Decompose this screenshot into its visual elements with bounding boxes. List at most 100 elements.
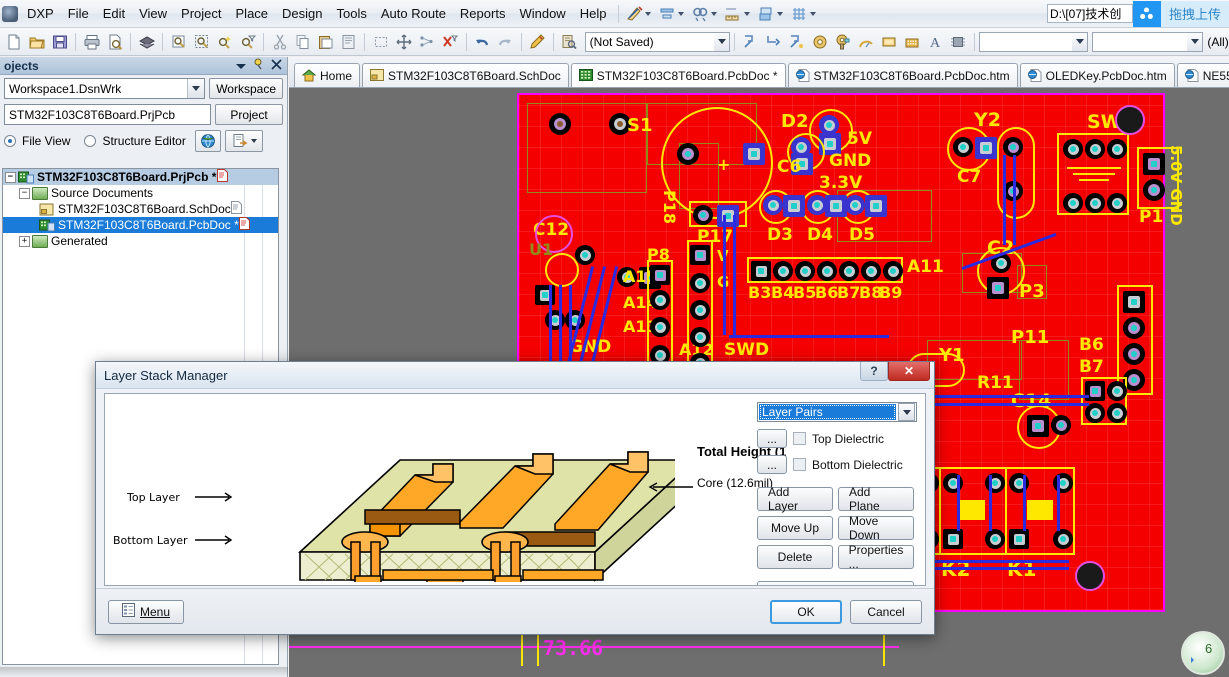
print-icon[interactable]: [81, 31, 102, 53]
pcb-pad[interactable]: [795, 261, 815, 281]
pcb-pad[interactable]: [773, 261, 793, 281]
save-icon[interactable]: [49, 31, 70, 53]
pcb-pad[interactable]: [1085, 193, 1105, 213]
measure-icon[interactable]: [724, 5, 742, 23]
pcb-pad[interactable]: [1123, 343, 1145, 365]
pcb-pad[interactable]: [549, 113, 571, 135]
add-plane-button[interactable]: Add Plane: [838, 485, 914, 513]
close-icon[interactable]: [271, 58, 282, 73]
delete-button[interactable]: Delete: [757, 545, 833, 569]
place-fill-icon[interactable]: [879, 31, 900, 53]
place-line-icon[interactable]: [763, 31, 784, 53]
tree-item-project[interactable]: − STM32F103C8T6Board.PrjPcb *: [3, 169, 278, 185]
pcb-pad[interactable]: [535, 285, 555, 305]
file-view-label[interactable]: File View: [22, 134, 70, 148]
pcb-pad[interactable]: [953, 137, 973, 157]
new-document-icon[interactable]: [3, 31, 24, 53]
chevron-down-icon[interactable]: [187, 79, 205, 98]
pcb-pad[interactable]: [845, 195, 865, 215]
pcb-pad[interactable]: [883, 261, 903, 281]
pcb-pad[interactable]: [650, 290, 670, 310]
move-down-button[interactable]: Move Down: [838, 514, 914, 542]
chevron-down-icon[interactable]: [744, 11, 751, 16]
paste-icon[interactable]: [315, 31, 336, 53]
cancel-button[interactable]: Cancel: [850, 599, 922, 624]
properties-button[interactable]: Properties ...: [838, 543, 914, 571]
menu-dxp[interactable]: DXP: [20, 2, 61, 25]
zoom-filter-icon[interactable]: [237, 31, 258, 53]
pcb-pad[interactable]: [985, 529, 1005, 549]
compile-icon[interactable]: [195, 130, 221, 152]
move-icon[interactable]: [393, 31, 414, 53]
pcb-pad[interactable]: [1143, 179, 1165, 201]
place-polygon-icon[interactable]: [902, 31, 923, 53]
pcb-pad[interactable]: [1123, 291, 1145, 313]
select-area-icon[interactable]: [370, 31, 391, 53]
tree-expander-icon[interactable]: +: [19, 235, 30, 247]
tree-item-pcbdoc[interactable]: STM32F103C8T6Board.PcbDoc *: [3, 217, 278, 233]
project-combo[interactable]: STM32F103C8T6Board.PrjPcb: [4, 104, 211, 125]
pcb-pad[interactable]: [650, 265, 670, 285]
pin-icon[interactable]: [253, 58, 265, 73]
top-dielectric-browse-button[interactable]: ...: [757, 429, 787, 448]
tree-item-source-documents[interactable]: − Source Documents: [3, 185, 278, 201]
help-button[interactable]: ?: [860, 362, 888, 381]
place-component-icon[interactable]: [948, 31, 969, 53]
pcb-pad[interactable]: [783, 195, 805, 217]
align-objects-icon[interactable]: [417, 31, 438, 53]
cloud-upload-icon[interactable]: [1132, 0, 1161, 27]
tab-schdoc[interactable]: STM32F103C8T6Board.SchDoc: [362, 63, 569, 87]
workspace-combo[interactable]: Workspace1.DsnWrk: [4, 78, 206, 99]
radio-structure-editor[interactable]: [84, 135, 97, 147]
pcb-pad[interactable]: [1003, 137, 1023, 157]
bottom-dielectric-browse-button[interactable]: ...: [757, 455, 787, 474]
pcb-pad[interactable]: [825, 195, 847, 217]
pcb-pad[interactable]: [1009, 529, 1029, 549]
pcb-pad[interactable]: [690, 245, 710, 265]
pcb-pad[interactable]: [1085, 139, 1105, 159]
open-folder-icon[interactable]: [26, 31, 47, 53]
menu-place[interactable]: Place: [229, 2, 276, 25]
tab-pcbdoc-htm[interactable]: STM32F103C8T6Board.PcbDoc.htm: [787, 63, 1018, 87]
pcb-pad[interactable]: [751, 261, 771, 281]
pcb-pad[interactable]: [763, 195, 783, 215]
pcb-pad[interactable]: [1051, 415, 1071, 435]
pcb-pad[interactable]: [650, 317, 670, 337]
chevron-down-icon[interactable]: [810, 11, 817, 16]
chevron-down-icon[interactable]: [898, 403, 915, 421]
ok-button[interactable]: OK: [770, 599, 842, 624]
align-icon[interactable]: [658, 5, 676, 23]
pcb-pad[interactable]: [839, 261, 859, 281]
pcb-pad[interactable]: [1063, 139, 1083, 159]
pcb-pad[interactable]: [1053, 529, 1073, 549]
pcb-pad[interactable]: [943, 473, 963, 493]
project-button[interactable]: Project: [215, 104, 283, 125]
place-pad-icon[interactable]: [833, 31, 854, 53]
pcb-pad[interactable]: [693, 205, 713, 225]
tab-oledkey-htm[interactable]: OLEDKey.PcbDoc.htm: [1019, 63, 1175, 87]
ruler-icon[interactable]: [625, 5, 643, 23]
redo-icon[interactable]: [495, 31, 516, 53]
menu-auto-route[interactable]: Auto Route: [374, 2, 453, 25]
chevron-down-icon[interactable]: [235, 59, 247, 73]
place-string-icon[interactable]: A: [925, 31, 946, 53]
tree-item-generated[interactable]: + Generated: [3, 233, 278, 249]
pcb-pad[interactable]: [677, 143, 699, 165]
pcb-pad[interactable]: [1107, 193, 1127, 213]
upload-button-label[interactable]: 拖拽上传: [1160, 0, 1229, 27]
pcb-pad[interactable]: [1053, 473, 1073, 493]
menu-help[interactable]: Help: [573, 2, 614, 25]
cut-icon[interactable]: [269, 31, 290, 53]
add-layer-button[interactable]: Add Layer: [757, 485, 833, 513]
dialog-title-bar[interactable]: Layer Stack Manager ? ✕: [96, 362, 934, 389]
pcb-pad[interactable]: [943, 529, 963, 549]
pcb-pad[interactable]: [545, 310, 565, 330]
print-preview-icon[interactable]: [104, 31, 125, 53]
pcb-pad[interactable]: [865, 195, 887, 217]
close-button[interactable]: ✕: [888, 362, 930, 381]
structure-editor-label[interactable]: Structure Editor: [102, 134, 185, 148]
pcb-pad[interactable]: [1063, 193, 1083, 213]
workspace-button[interactable]: Workspace: [209, 78, 283, 99]
place-arc-icon[interactable]: [856, 31, 877, 53]
tree-expander-icon[interactable]: −: [5, 171, 16, 183]
